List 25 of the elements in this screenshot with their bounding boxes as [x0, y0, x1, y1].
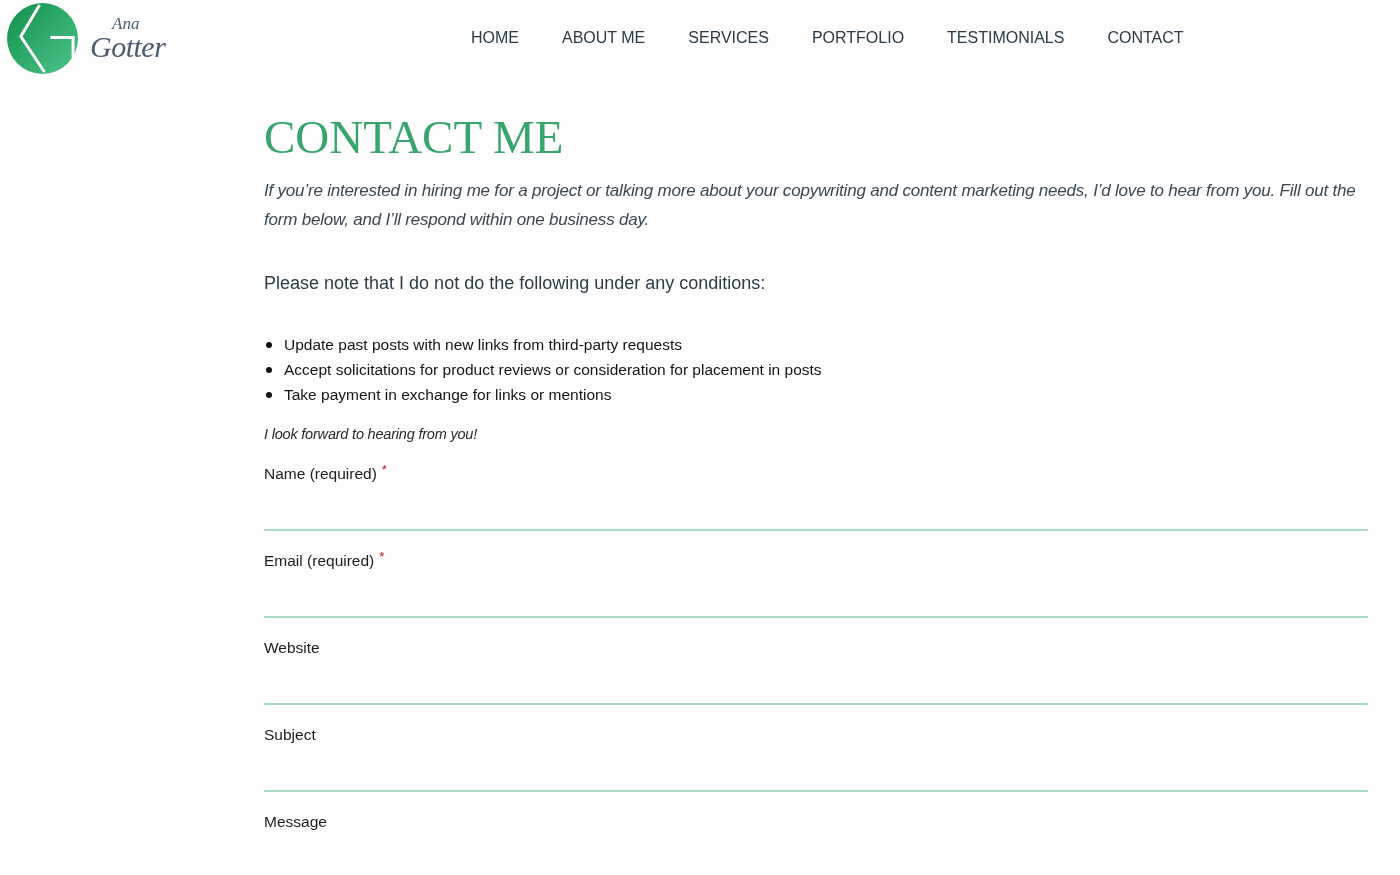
field-label: Message [264, 812, 327, 832]
logo-script-text: Ana [112, 14, 141, 32]
logo-script-text: Gotter [90, 31, 166, 62]
field-label: Email (required) [264, 551, 375, 571]
bullet-icon [266, 366, 272, 373]
bullet-icon [266, 341, 272, 348]
field-label: Subject [264, 725, 316, 745]
intro-paragraph: If you’re interested in hiring me for a project or talking more about your copywriting and content marketing needs, I’d love to hear from you. Fill out the form below, and I’ll respond within one business day. [264, 180, 1357, 231]
list-item-text: Update past posts with new links from third-party requests [284, 335, 682, 354]
nav-link[interactable]: CONTACT [1107, 29, 1184, 47]
required-marker: * [381, 463, 387, 477]
field-label: Name (required) [264, 464, 377, 484]
list-item-text: Take payment in exchange for links or mentions [284, 385, 612, 404]
nav-link[interactable]: TESTIMONIALS [947, 29, 1065, 47]
list-item-text: Accept solicitations for product reviews or consideration for placement in posts [284, 360, 822, 379]
closing-text: I look forward to hearing from you! [264, 425, 479, 444]
nav-link[interactable]: PORTFOLIO [811, 29, 905, 47]
bullet-icon [266, 391, 272, 398]
required-marker: * [379, 550, 385, 564]
nav-link[interactable]: SERVICES [688, 29, 769, 47]
field-label: Website [264, 638, 320, 658]
nav-link[interactable]: HOME [471, 29, 519, 47]
page-title: CONTACT ME [264, 110, 565, 165]
nav-link[interactable]: ABOUT ME [562, 29, 646, 47]
note-text: Please note that I do not do the following under any conditions: [264, 272, 767, 295]
